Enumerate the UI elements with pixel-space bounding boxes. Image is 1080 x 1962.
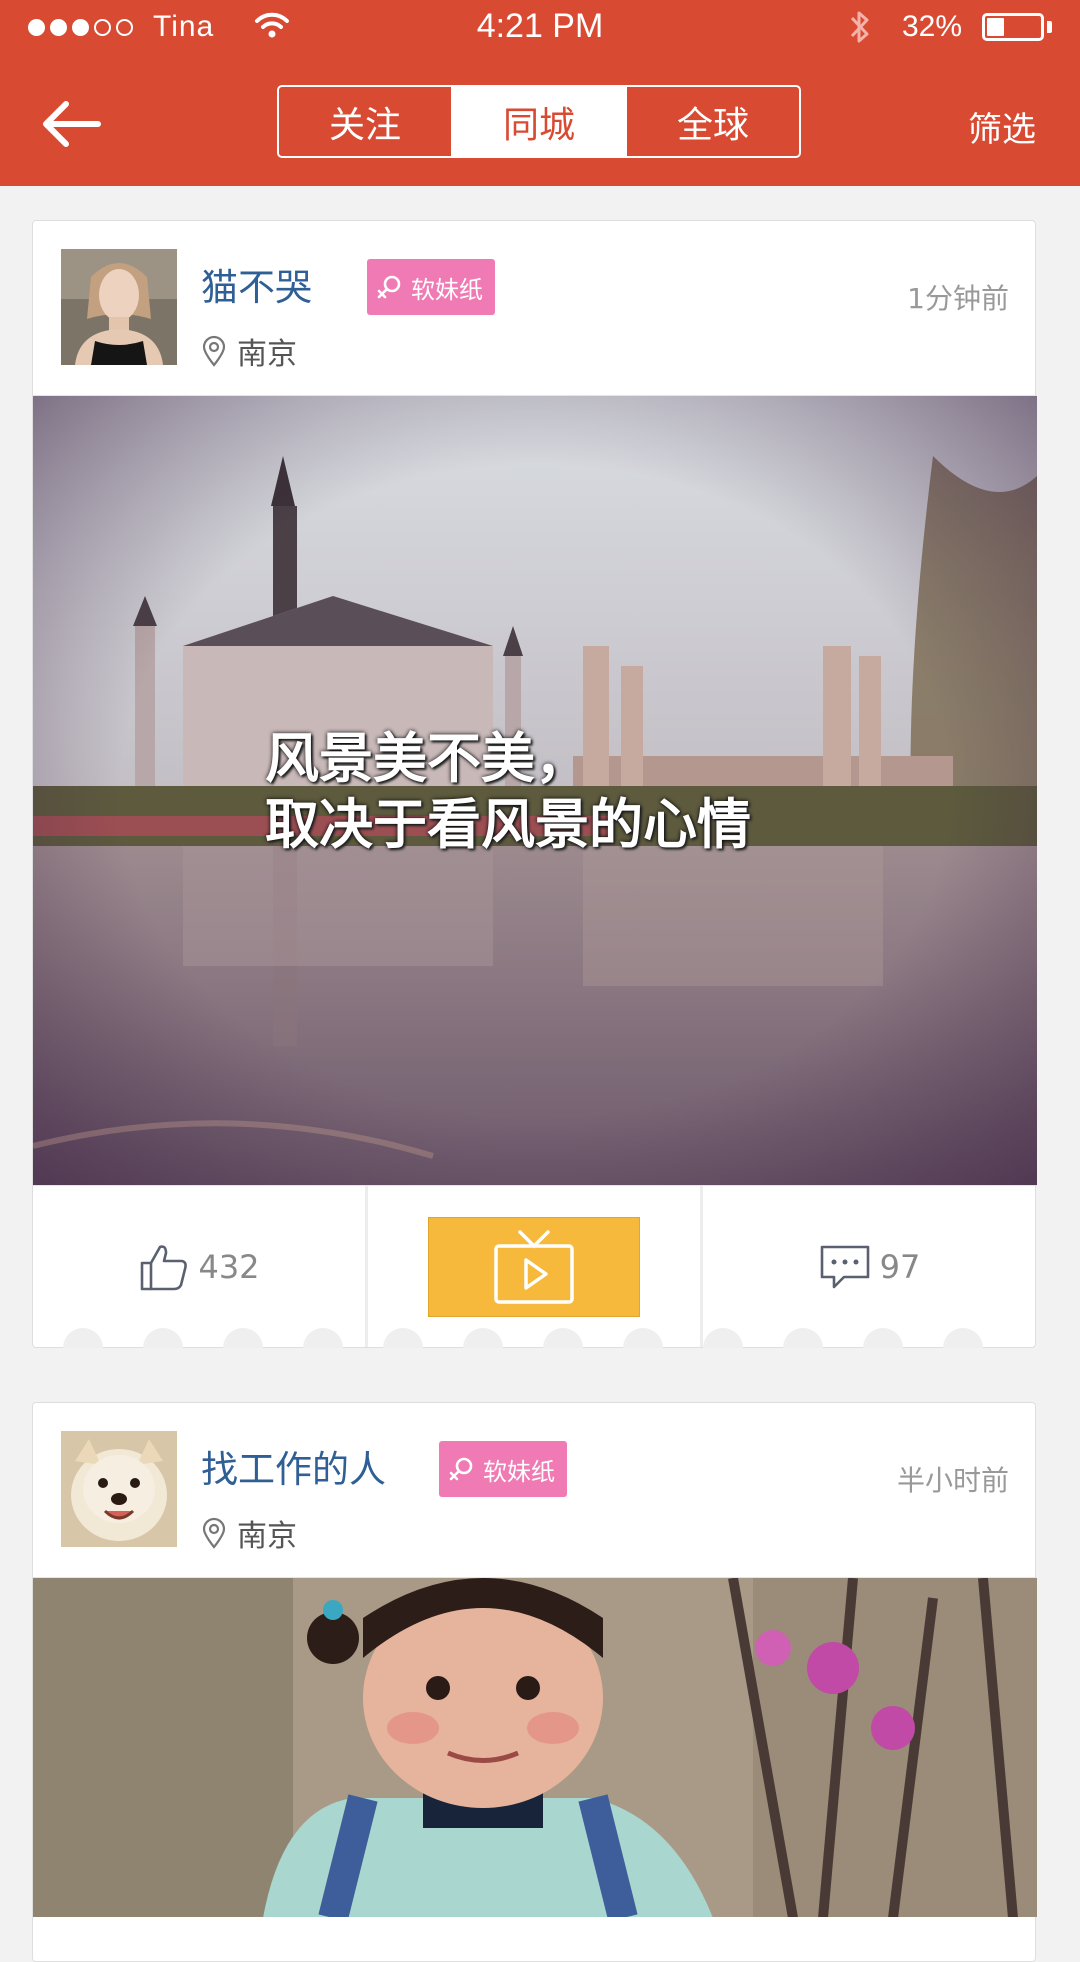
image-caption-line2: 取决于看风景的心情 <box>265 793 751 856</box>
post-header: 猫不哭 软妹纸 南京 1分钟前 <box>33 221 1035 395</box>
image-caption-line1: 风景美不美， <box>265 727 589 790</box>
location-label: 南京 <box>237 1519 297 1554</box>
scalloped-edge <box>63 1328 983 1348</box>
post-time: 1分钟前 <box>907 282 1009 315</box>
video-action[interactable] <box>365 1186 700 1347</box>
post-header: 找工作的人 软妹纸 南京 半小时前 <box>33 1403 1035 1577</box>
post-image[interactable] <box>33 1577 1037 1917</box>
post-image[interactable]: 风景美不美， 取决于看风景的心情 <box>33 395 1037 1185</box>
tab-same-city[interactable]: 同城 <box>451 87 625 156</box>
location-pin-icon <box>202 335 226 367</box>
username[interactable]: 猫不哭 <box>201 257 312 311</box>
bluetooth-icon <box>850 11 869 43</box>
avatar[interactable] <box>61 249 177 365</box>
user-tag-badge: 软妹纸 <box>439 1441 567 1497</box>
like-button[interactable]: 432 <box>33 1186 365 1347</box>
post-time: 半小时前 <box>896 1464 1009 1497</box>
filter-button[interactable]: 筛选 <box>968 102 1036 151</box>
thumbs-up-icon <box>141 1244 188 1290</box>
location-label: 南京 <box>237 337 297 372</box>
battery-percentage: 32% <box>902 10 963 43</box>
location-pin-icon <box>202 1517 226 1549</box>
post-card: 找工作的人 软妹纸 南京 半小时前 <box>32 1402 1037 1962</box>
post-location: 南京 <box>201 329 297 373</box>
feed-scope-tabs: 关注 同城 全球 <box>277 85 801 158</box>
username[interactable]: 找工作的人 <box>201 1439 386 1493</box>
tab-following[interactable]: 关注 <box>279 87 451 156</box>
tv-play-icon <box>494 1229 574 1304</box>
comment-count: 97 <box>879 1247 921 1286</box>
post-card: 猫不哭 软妹纸 南京 1分钟前 风景美不美， 取决于看风景的心情 432 97 <box>32 220 1037 1348</box>
comment-icon <box>820 1245 869 1288</box>
top-nav-bar: 关注 同城 全球 筛选 <box>0 54 1080 186</box>
female-icon <box>377 275 401 299</box>
battery-icon <box>982 13 1044 41</box>
post-location: 南京 <box>201 1511 297 1555</box>
tab-global[interactable]: 全球 <box>625 87 799 156</box>
arrow-left-icon[interactable] <box>38 94 108 154</box>
avatar[interactable] <box>61 1431 177 1547</box>
badge-label: 软妹纸 <box>483 1457 555 1486</box>
like-count: 432 <box>198 1247 260 1286</box>
play-video-button[interactable] <box>428 1216 640 1317</box>
badge-label: 软妹纸 <box>411 275 483 304</box>
user-tag-badge: 软妹纸 <box>367 259 495 315</box>
post-actions: 432 97 <box>33 1185 1035 1348</box>
comment-button[interactable]: 97 <box>700 1186 1035 1347</box>
image-caption: 风景美不美， 取决于看风景的心情 <box>265 726 751 858</box>
female-icon <box>449 1457 473 1481</box>
status-bar: Tina 4:21 PM 32% <box>0 0 1080 54</box>
